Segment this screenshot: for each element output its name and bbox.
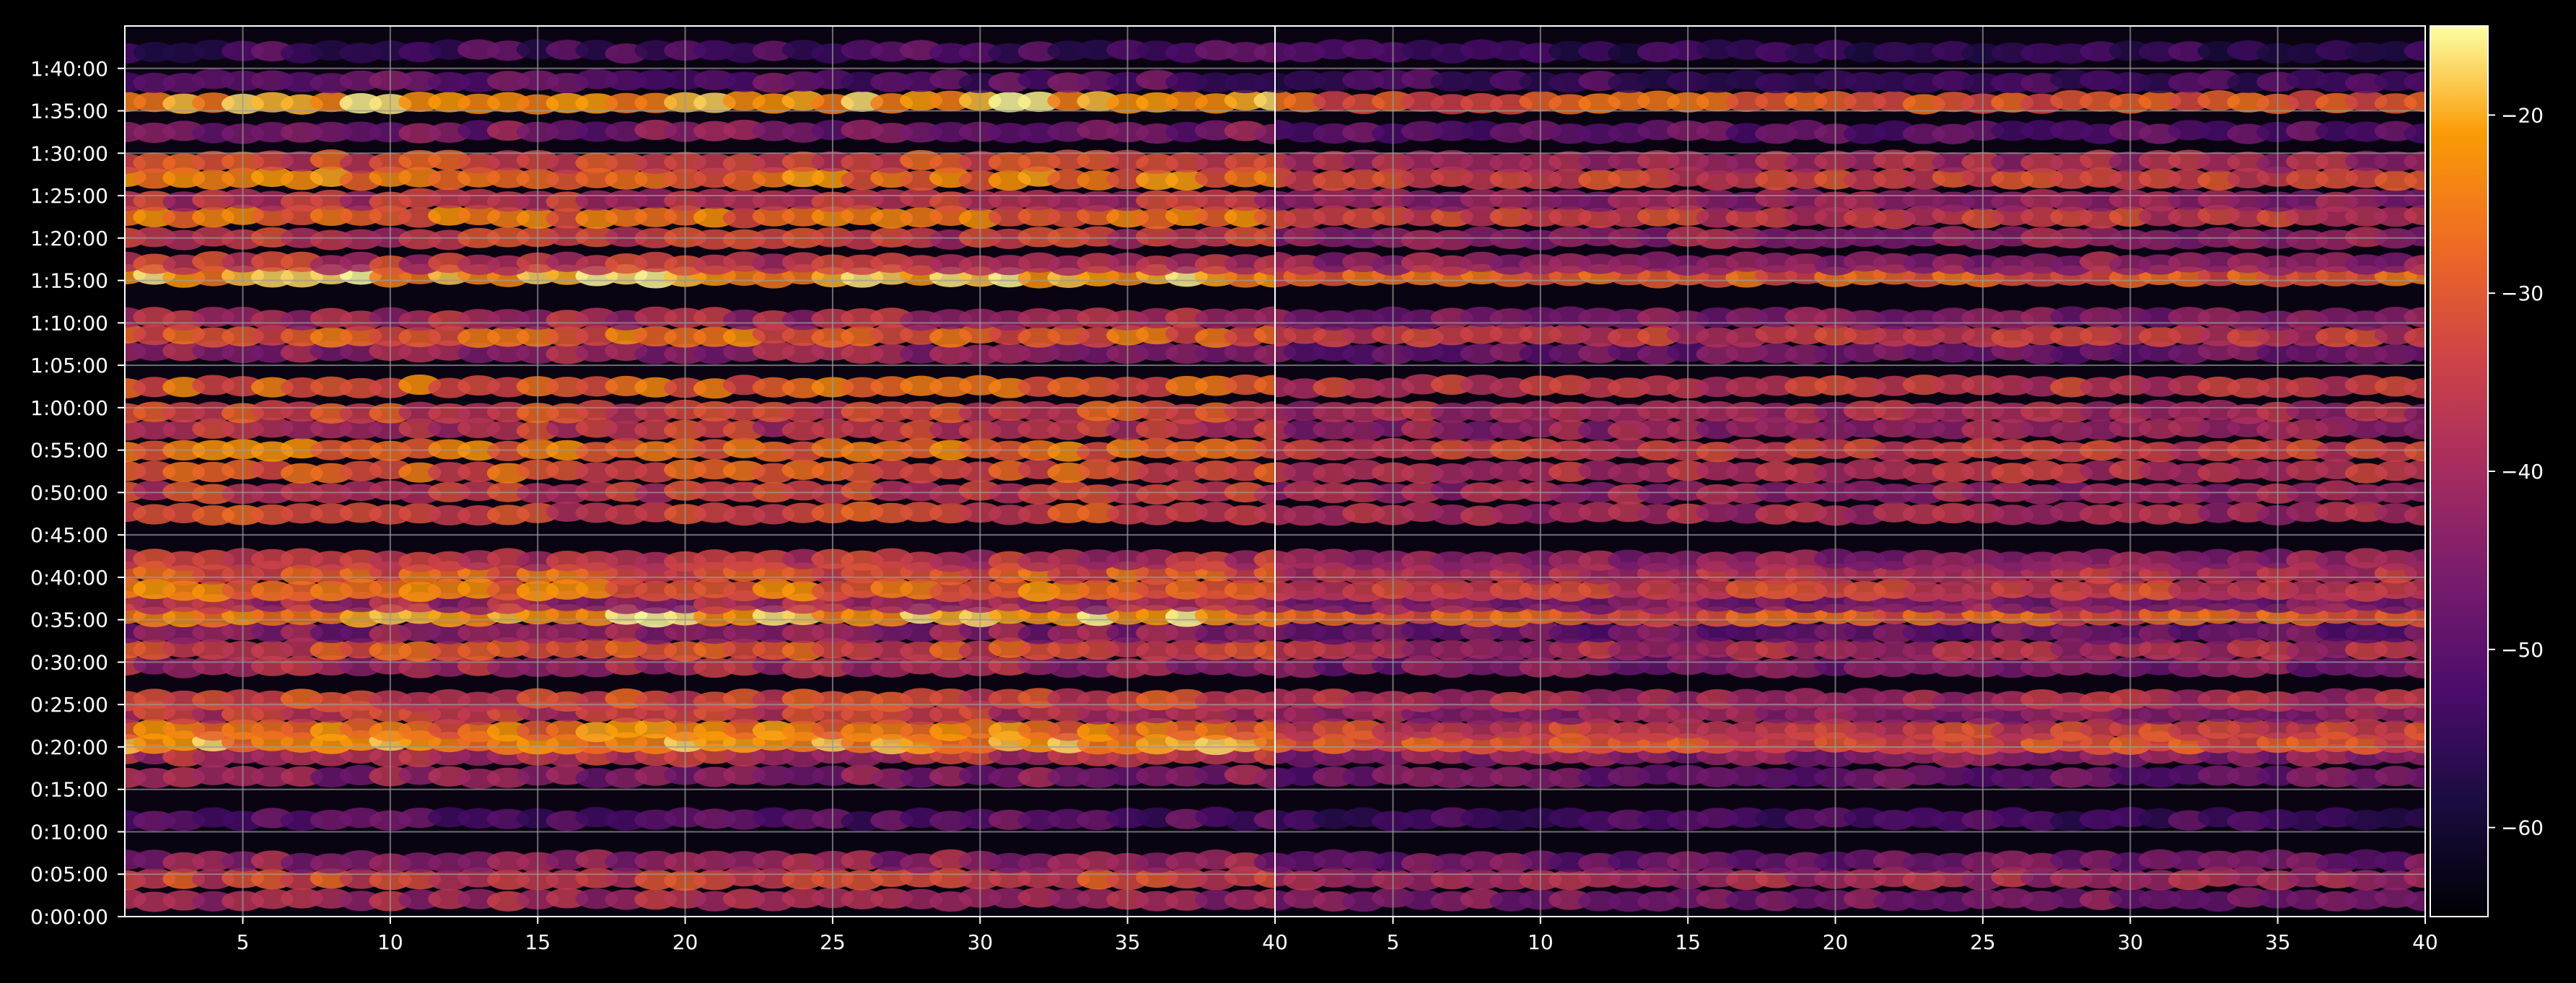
y-tick-label: 1:15:00 — [30, 269, 108, 293]
y-tick-label: 1:40:00 — [30, 57, 108, 81]
y-tick-label: 0:25:00 — [30, 693, 108, 717]
x-axis: 5 10 15 20 25 30 35 40 5 10 15 20 25 30 35 40 — [237, 917, 2438, 954]
colorbar-tick-label: −20 — [2501, 103, 2544, 127]
colorbar-tick-label: −30 — [2501, 281, 2544, 305]
x-tick-label: 40 — [2412, 930, 2438, 954]
heatmap-panel-right — [1275, 26, 2425, 917]
x-tick-label: 10 — [1528, 930, 1554, 954]
y-tick-label: 0:10:00 — [30, 820, 108, 844]
y-tick-label: 1:35:00 — [30, 100, 108, 123]
x-tick-label: 10 — [377, 930, 403, 954]
x-tick-label: 30 — [967, 930, 993, 954]
x-tick-label: 30 — [2117, 930, 2143, 954]
y-tick-label: 0:00:00 — [30, 905, 108, 929]
colorbar-ticks: −20 −30 −40 −50 −60 — [2488, 103, 2544, 840]
y-tick-label: 0:15:00 — [30, 778, 108, 802]
colorbar-gradient — [2430, 25, 2489, 917]
y-axis: 0:00:00 0:05:00 0:10:00 0:15:00 0:20:00 0:25:… — [30, 57, 125, 929]
colorbar-tick-label: −40 — [2501, 460, 2544, 484]
x-tick-label: 25 — [1970, 930, 1996, 954]
y-tick-label: 0:40:00 — [30, 566, 108, 590]
x-tick-label: 35 — [1115, 930, 1141, 954]
colorbar: −20 −30 −40 −50 −60 — [2430, 25, 2544, 917]
y-tick-label: 0:55:00 — [30, 439, 108, 463]
y-tick-label: 1:20:00 — [30, 227, 108, 250]
y-tick-label: 1:05:00 — [30, 354, 108, 377]
colorbar-tick-label: −50 — [2501, 638, 2544, 662]
x-tick-label: 5 — [1387, 930, 1400, 954]
y-tick-label: 1:00:00 — [30, 396, 108, 420]
y-tick-label: 0:30:00 — [30, 650, 108, 674]
y-tick-label: 0:45:00 — [30, 523, 108, 547]
colorbar-tick-label: −60 — [2501, 816, 2544, 840]
x-tick-label: 25 — [820, 930, 846, 954]
heatmap-panel-left — [125, 26, 1275, 917]
x-tick-label: 40 — [1262, 930, 1288, 954]
y-tick-label: 0:50:00 — [30, 481, 108, 504]
y-tick-label: 1:10:00 — [30, 311, 108, 335]
x-tick-label: 20 — [673, 930, 698, 954]
y-tick-label: 1:30:00 — [30, 141, 108, 165]
x-tick-label: 20 — [1823, 930, 1849, 954]
y-tick-label: 0:20:00 — [30, 735, 108, 759]
y-tick-label: 1:25:00 — [30, 184, 108, 208]
x-tick-label: 35 — [2265, 930, 2291, 954]
spectrogram-figure: 0:00:00 0:05:00 0:10:00 0:15:00 0:20:00 0:25:… — [30, 25, 2544, 954]
x-tick-label: 15 — [525, 930, 551, 954]
y-tick-label: 0:35:00 — [30, 608, 108, 632]
x-tick-label: 5 — [237, 930, 250, 954]
x-tick-label: 15 — [1675, 930, 1701, 954]
y-tick-label: 0:05:00 — [30, 862, 108, 886]
